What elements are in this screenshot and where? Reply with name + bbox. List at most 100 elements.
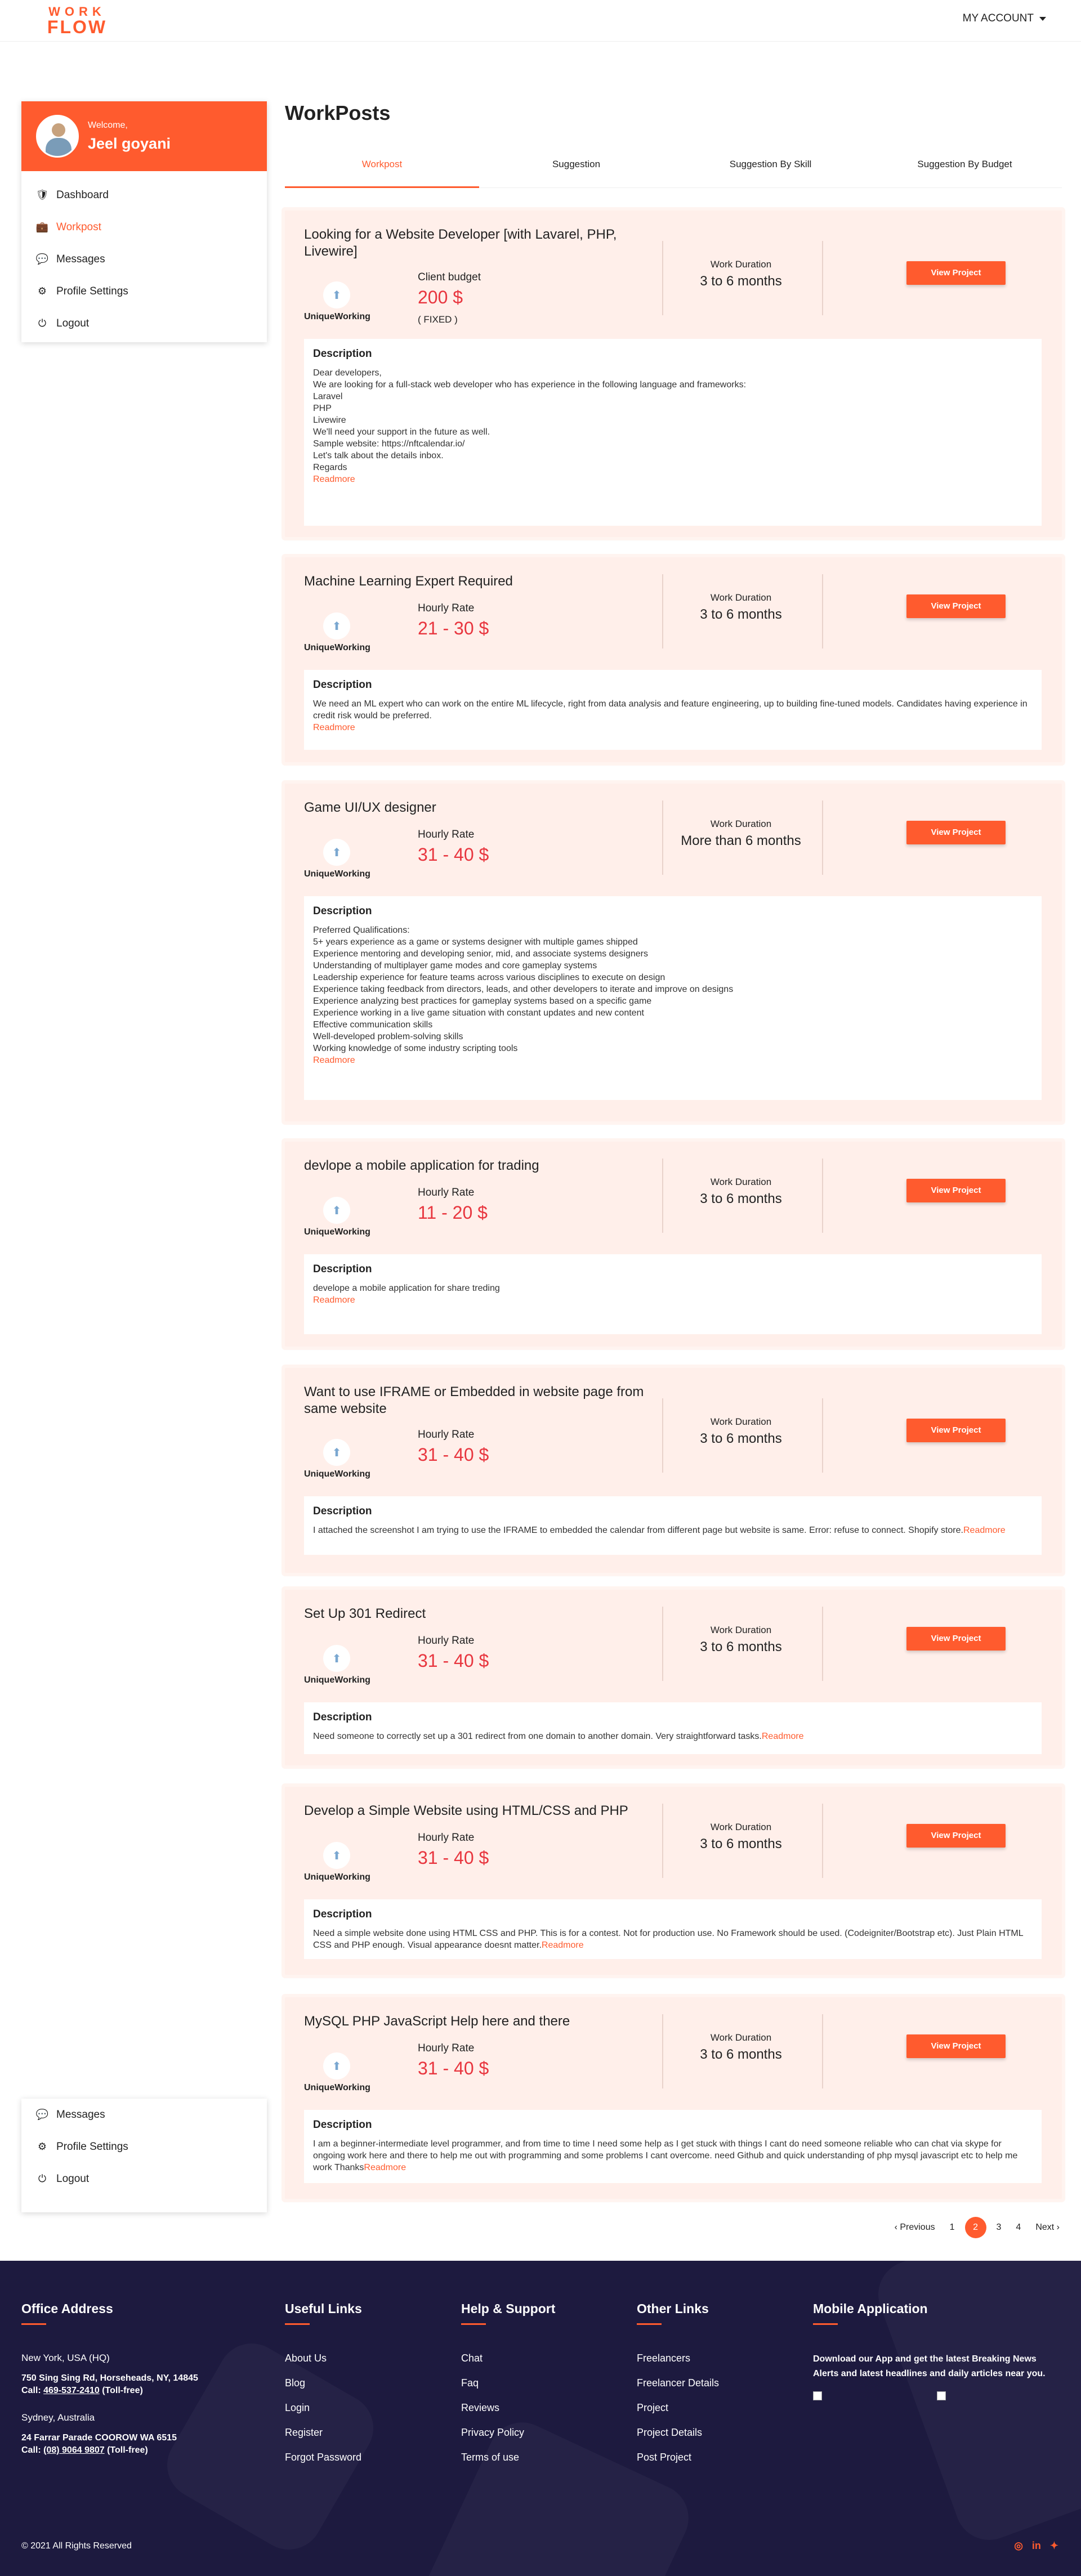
gear-icon: ⚙ [37, 2141, 47, 2152]
footer-link[interactable]: Register [285, 2426, 362, 2439]
view-project-button[interactable]: View Project [906, 821, 1006, 844]
job-title[interactable]: devlope a mobile application for trading [304, 1157, 664, 1174]
footer-mobile-app: Mobile Application Download our App and … [813, 2301, 1061, 2403]
duration-label: Work Duration [710, 1177, 772, 1187]
pagination-previous[interactable]: ‹ Previous [895, 2222, 935, 2233]
tab-suggestion-by-budget[interactable]: Suggestion By Budget [868, 149, 1062, 187]
description-box: Description I attached the screenshot I a… [304, 1496, 1042, 1555]
description-text: Dear developers, We are looking for a fu… [313, 368, 747, 484]
rate-note: ( FIXED ) [418, 314, 458, 325]
duration-label: Work Duration [710, 1416, 772, 1427]
divider [662, 1804, 663, 1878]
job-title[interactable]: MySQL PHP JavaScript Help here and there [304, 2013, 664, 2030]
sidebar-item-messages[interactable]: 💬 Messages [21, 2099, 267, 2131]
description-box: Description Preferred Qualifications: 5+ … [304, 896, 1042, 1100]
tab-suggestion[interactable]: Suggestion [479, 149, 673, 187]
office-phone-link[interactable]: (08) 9064 9807 [43, 2445, 105, 2455]
footer-link[interactable]: Freelancers [637, 2352, 719, 2364]
my-account-label: MY ACCOUNT [962, 12, 1034, 24]
pagination-page[interactable]: 4 [1016, 2222, 1021, 2233]
workflow-logo[interactable]: WORK FLOW [41, 3, 114, 37]
readmore-link[interactable]: Readmore [762, 1732, 804, 1741]
tab-bar: Workpost Suggestion Suggestion By Skill … [285, 149, 1062, 188]
shield-check-icon: 🛡 [35, 189, 49, 200]
footer-link[interactable]: Reviews [461, 2401, 555, 2414]
footer-link[interactable]: Project Details [637, 2426, 719, 2439]
tab-suggestion-by-skill[interactable]: Suggestion By Skill [673, 149, 868, 187]
job-title[interactable]: Develop a Simple Website using HTML/CSS … [304, 1803, 664, 1819]
readmore-link[interactable]: Readmore [313, 475, 355, 484]
linkedin-icon[interactable]: in [1032, 2540, 1041, 2552]
social-links: ◎ in ✦ [1014, 2540, 1058, 2552]
job-title[interactable]: Looking for a Website Developer [with La… [304, 226, 664, 260]
sidebar-item-label: Profile Settings [56, 2140, 128, 2153]
office-street: 750 Sing Sing Rd, Horseheads, NY, 14845 [21, 2373, 198, 2383]
readmore-link[interactable]: Readmore [963, 1526, 1006, 1535]
sidebar-item-messages[interactable]: 💬 Messages [21, 243, 267, 275]
footer-link[interactable]: About Us [285, 2352, 362, 2364]
pagination: ‹ Previous 1 2 3 4 Next › [880, 2217, 1060, 2238]
job-title[interactable]: Want to use IFRAME or Embedded in websit… [304, 1384, 664, 1417]
description-heading: Description [313, 679, 372, 691]
divider [822, 2014, 823, 2088]
job-title[interactable]: Machine Learning Expert Required [304, 573, 664, 590]
view-project-button[interactable]: View Project [906, 1419, 1006, 1442]
tab-workpost[interactable]: Workpost [285, 149, 479, 188]
job-title[interactable]: Game UI/UX designer [304, 799, 664, 816]
duration-label: Work Duration [710, 259, 772, 270]
view-project-button[interactable]: View Project [906, 1627, 1006, 1651]
app-store-badge[interactable] [813, 2391, 822, 2400]
pagination-page[interactable]: 1 [950, 2222, 955, 2233]
instagram-icon[interactable]: ◎ [1014, 2540, 1023, 2552]
footer-link[interactable]: Terms of use [461, 2451, 555, 2463]
footer-link[interactable]: Project [637, 2401, 719, 2414]
footer-link[interactable]: Blog [285, 2377, 362, 2389]
footer-link[interactable]: Login [285, 2401, 362, 2414]
pagination-page-current[interactable]: 2 [964, 2217, 986, 2238]
company-logo-icon: ⬆ [323, 839, 350, 866]
footer-link[interactable]: Chat [461, 2352, 555, 2364]
twitter-icon[interactable]: ✦ [1050, 2540, 1058, 2552]
view-project-button[interactable]: View Project [906, 1179, 1006, 1202]
job-card: MySQL PHP JavaScript Help here and there… [285, 1997, 1062, 2199]
description-heading: Description [313, 1263, 372, 1275]
view-project-button[interactable]: View Project [906, 261, 1006, 285]
view-project-button[interactable]: View Project [906, 1824, 1006, 1848]
my-account-dropdown[interactable]: MY ACCOUNT [963, 12, 1046, 25]
sidebar-item-workpost[interactable]: 💼 Workpost [21, 211, 267, 243]
pagination-next[interactable]: Next › [1035, 2222, 1060, 2233]
sidebar-item-profile-settings[interactable]: ⚙ Profile Settings [21, 2131, 267, 2163]
footer-link[interactable]: Forgot Password [285, 2451, 362, 2463]
view-project-button[interactable]: View Project [906, 594, 1006, 618]
job-title[interactable]: Set Up 301 Redirect [304, 1605, 664, 1622]
sidebar-item-logout[interactable]: ⏻ Logout [21, 2163, 267, 2195]
readmore-link[interactable]: Readmore [313, 1056, 355, 1065]
footer-link[interactable]: Post Project [637, 2451, 719, 2463]
sidebar-item-profile-settings[interactable]: ⚙ Profile Settings [21, 275, 267, 307]
chat-icon: 💬 [35, 2109, 49, 2120]
sidebar-item-dashboard[interactable]: 🛡 Dashboard [21, 179, 267, 211]
sidebar-item-label: Logout [56, 317, 90, 329]
view-project-button[interactable]: View Project [906, 2034, 1006, 2058]
footer-link[interactable]: Faq [461, 2377, 555, 2389]
duration-value: More than 6 months [681, 833, 801, 848]
play-store-badge[interactable] [937, 2391, 946, 2400]
footer-link[interactable]: Freelancer Details [637, 2377, 719, 2389]
rate-label: Client budget [418, 271, 481, 283]
footer-link[interactable]: Privacy Policy [461, 2426, 555, 2439]
footer-heading: Other Links [637, 2301, 709, 2316]
readmore-link[interactable]: Readmore [313, 723, 355, 732]
rate-value: 31 - 40 $ [418, 1651, 489, 1671]
job-card: devlope a mobile application for trading… [285, 1142, 1062, 1347]
sidebar: Welcome, Jeel goyani 🛡 Dashboard 💼 Workpos… [21, 101, 267, 342]
pagination-page[interactable]: 3 [997, 2222, 1002, 2233]
sidebar-item-logout[interactable]: ⏻ Logout [21, 307, 267, 339]
description-text: I attached the screenshot I am trying to… [313, 1526, 1006, 1535]
readmore-link[interactable]: Readmore [364, 2163, 406, 2172]
office-street: 24 Farrar Parade COOROW WA 6515 [21, 2433, 177, 2443]
office-phone-link[interactable]: 469-537-2410 [43, 2386, 100, 2395]
job-card: Game UI/UX designer ⬆ UniqueWorking Hourly … [285, 784, 1062, 1121]
gear-icon: ⚙ [37, 285, 47, 297]
readmore-link[interactable]: Readmore [313, 1295, 355, 1305]
readmore-link[interactable]: Readmore [542, 1940, 584, 1950]
